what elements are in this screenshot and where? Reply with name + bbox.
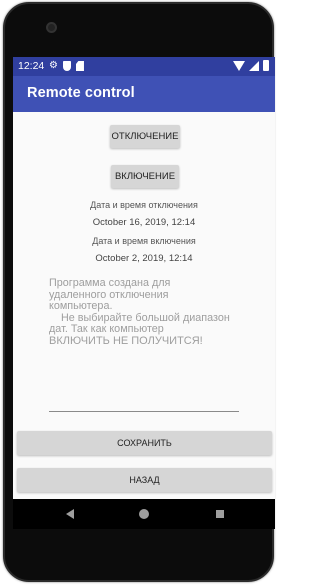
signal-icon — [249, 60, 259, 71]
wifi-icon — [233, 60, 245, 71]
back-button[interactable]: НАЗАД — [17, 468, 272, 492]
status-bar: 12:24 ⚙ — [13, 57, 275, 76]
info-line: компьютера. — [49, 300, 113, 312]
startup-button[interactable]: ВКЛЮЧЕНИЕ — [111, 165, 179, 188]
shutdown-button[interactable]: ОТКЛЮЧЕНИЕ — [110, 125, 180, 148]
startup-datetime-label: Дата и время включения — [92, 236, 196, 246]
info-line: дат. Так как компьютер — [49, 323, 164, 335]
navigation-bar — [13, 499, 275, 529]
shield-icon — [62, 61, 71, 71]
status-icons-right — [233, 60, 269, 71]
app-bar: Remote control — [13, 76, 275, 112]
info-warning: ВКЛЮЧИТЬ НЕ ПОЛУЧИТСЯ! — [49, 334, 203, 347]
battery-icon — [263, 60, 269, 71]
shutdown-datetime-value[interactable]: October 16, 2019, 12:14 — [13, 217, 275, 228]
startup-datetime-value[interactable]: October 2, 2019, 12:14 — [13, 253, 275, 264]
status-time: 12:24 — [18, 60, 45, 72]
phone-frame: 12:24 ⚙ Remote control ОТКЛЮЧЕНИЕ ВКЛЮЧЕ… — [3, 2, 275, 582]
front-camera — [46, 22, 57, 33]
sd-card-icon — [75, 61, 84, 71]
info-text: Программа создана для удаленного отключе… — [49, 277, 249, 347]
shutdown-datetime-label: Дата и время отключения — [90, 200, 198, 210]
nav-back-icon[interactable] — [66, 509, 74, 519]
app-title: Remote control — [27, 85, 135, 101]
nav-recents-icon[interactable] — [216, 510, 224, 518]
settings-icon: ⚙ — [49, 60, 58, 71]
status-icons-left: ⚙ — [49, 60, 84, 72]
save-button[interactable]: СОХРАНИТЬ — [17, 431, 272, 455]
app-screen: 12:24 ⚙ Remote control ОТКЛЮЧЕНИЕ ВКЛЮЧЕ… — [13, 57, 275, 529]
text-input-field[interactable] — [49, 411, 239, 412]
nav-home-icon[interactable] — [139, 509, 149, 519]
info-line: Программа создана для — [49, 277, 171, 289]
